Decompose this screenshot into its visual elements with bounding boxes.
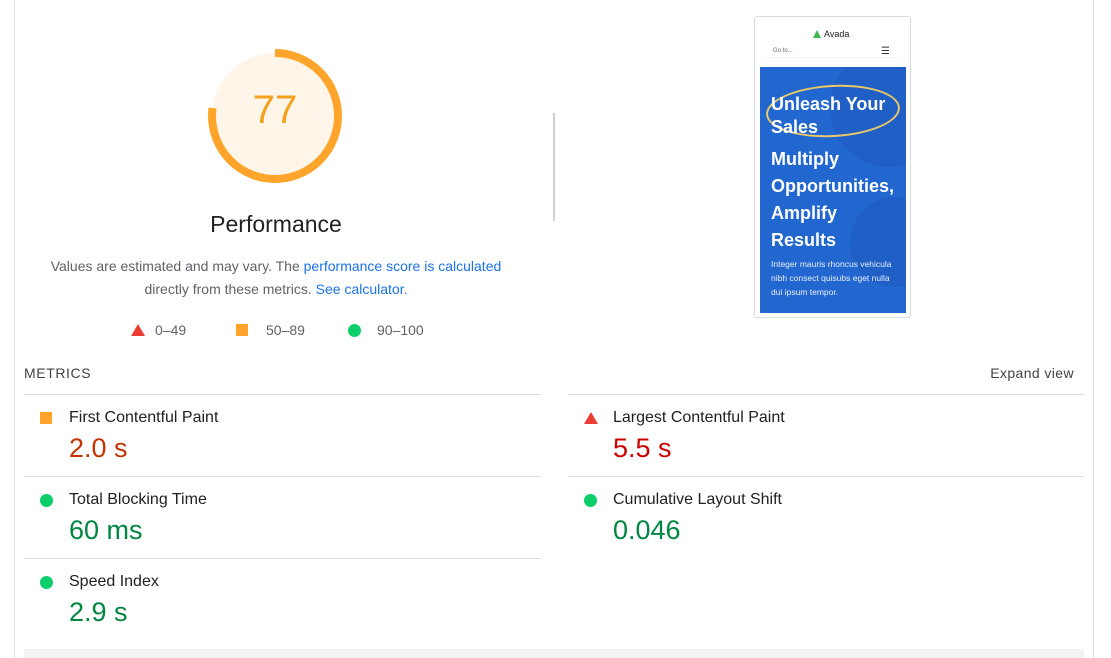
orange-square-icon [236,324,248,336]
metric-value: 2.9 s [69,597,128,627]
vertical-divider [553,113,555,221]
green-circle-icon [348,323,361,337]
card-border-left [14,0,15,658]
metric-label: Speed Index [69,573,159,590]
metric-label: First Contentful Paint [69,409,219,426]
red-triangle-icon [584,412,598,424]
metric-total-blocking-time: Total Blocking Time 60 ms [24,477,524,559]
next-section-edge [24,649,1084,658]
hero-line: Results [771,230,837,250]
red-triangle-icon [131,324,145,336]
green-circle-icon [584,494,597,507]
metric-value: 60 ms [69,515,143,545]
legend-fail-label: 0–49 [155,322,187,338]
hero-line: Sales [771,117,819,137]
legend-average: 50–89 [236,321,305,339]
legend-average-label: 50–89 [266,322,305,338]
metric-value: 2.0 s [69,433,128,463]
hero-body-text: Integer mauris rhoncus vehicula nibh con… [771,259,892,297]
description-text-2: directly from these metrics. [144,281,316,297]
hamburger-menu-icon: ☰ [881,46,890,57]
see-calculator-link[interactable]: See calculator [316,281,404,297]
metric-value: 5.5 s [613,433,672,463]
thumbnail-logo-text: Avada [824,29,850,39]
metric-first-contentful-paint: First Contentful Paint 2.0 s [24,395,524,477]
orange-square-icon [40,412,52,424]
description-text-1: Values are estimated and may vary. The [50,258,304,274]
thumbnail-logo: Avada [813,29,849,39]
metric-label: Cumulative Layout Shift [613,491,782,508]
hero-line: Unleash Your [771,94,886,114]
metric-largest-contentful-paint: Largest Contentful Paint 5.5 s [568,395,1068,477]
metric-cumulative-layout-shift: Cumulative Layout Shift 0.046 [568,477,1068,559]
score-calculated-link[interactable]: performance score is calculated [304,258,502,274]
green-circle-icon [40,494,53,507]
final-screenshot-thumbnail[interactable]: Avada Go to... ☰ Unleash Your Sales Mult… [754,16,911,318]
score-description: Values are estimated and may vary. The p… [40,255,512,301]
expand-view-button[interactable]: Expand view [990,365,1074,381]
legend-pass: 90–100 [348,321,424,339]
thumbnail-hero: Unleash Your Sales Multiply Opportunitie… [760,67,906,313]
metric-label: Largest Contentful Paint [613,409,785,426]
metric-value: 0.046 [613,515,681,545]
metric-speed-index: Speed Index 2.9 s [24,559,524,641]
legend-fail: 0–49 [131,321,186,339]
card-border-right [1093,0,1094,658]
thumbnail-search: Go to... [767,45,897,58]
description-text-3: . [403,281,408,297]
legend-pass-label: 90–100 [377,322,424,338]
avada-logo-icon [813,30,821,38]
category-title: Performance [210,211,342,237]
hero-line: Multiply [771,149,839,169]
metric-label: Total Blocking Time [69,491,207,508]
hero-line: Amplify [771,203,838,223]
score-value: 77 [252,88,298,132]
hero-line: Opportunities, [771,176,894,196]
green-circle-icon [40,576,53,589]
metrics-heading: METRICS [24,365,92,381]
